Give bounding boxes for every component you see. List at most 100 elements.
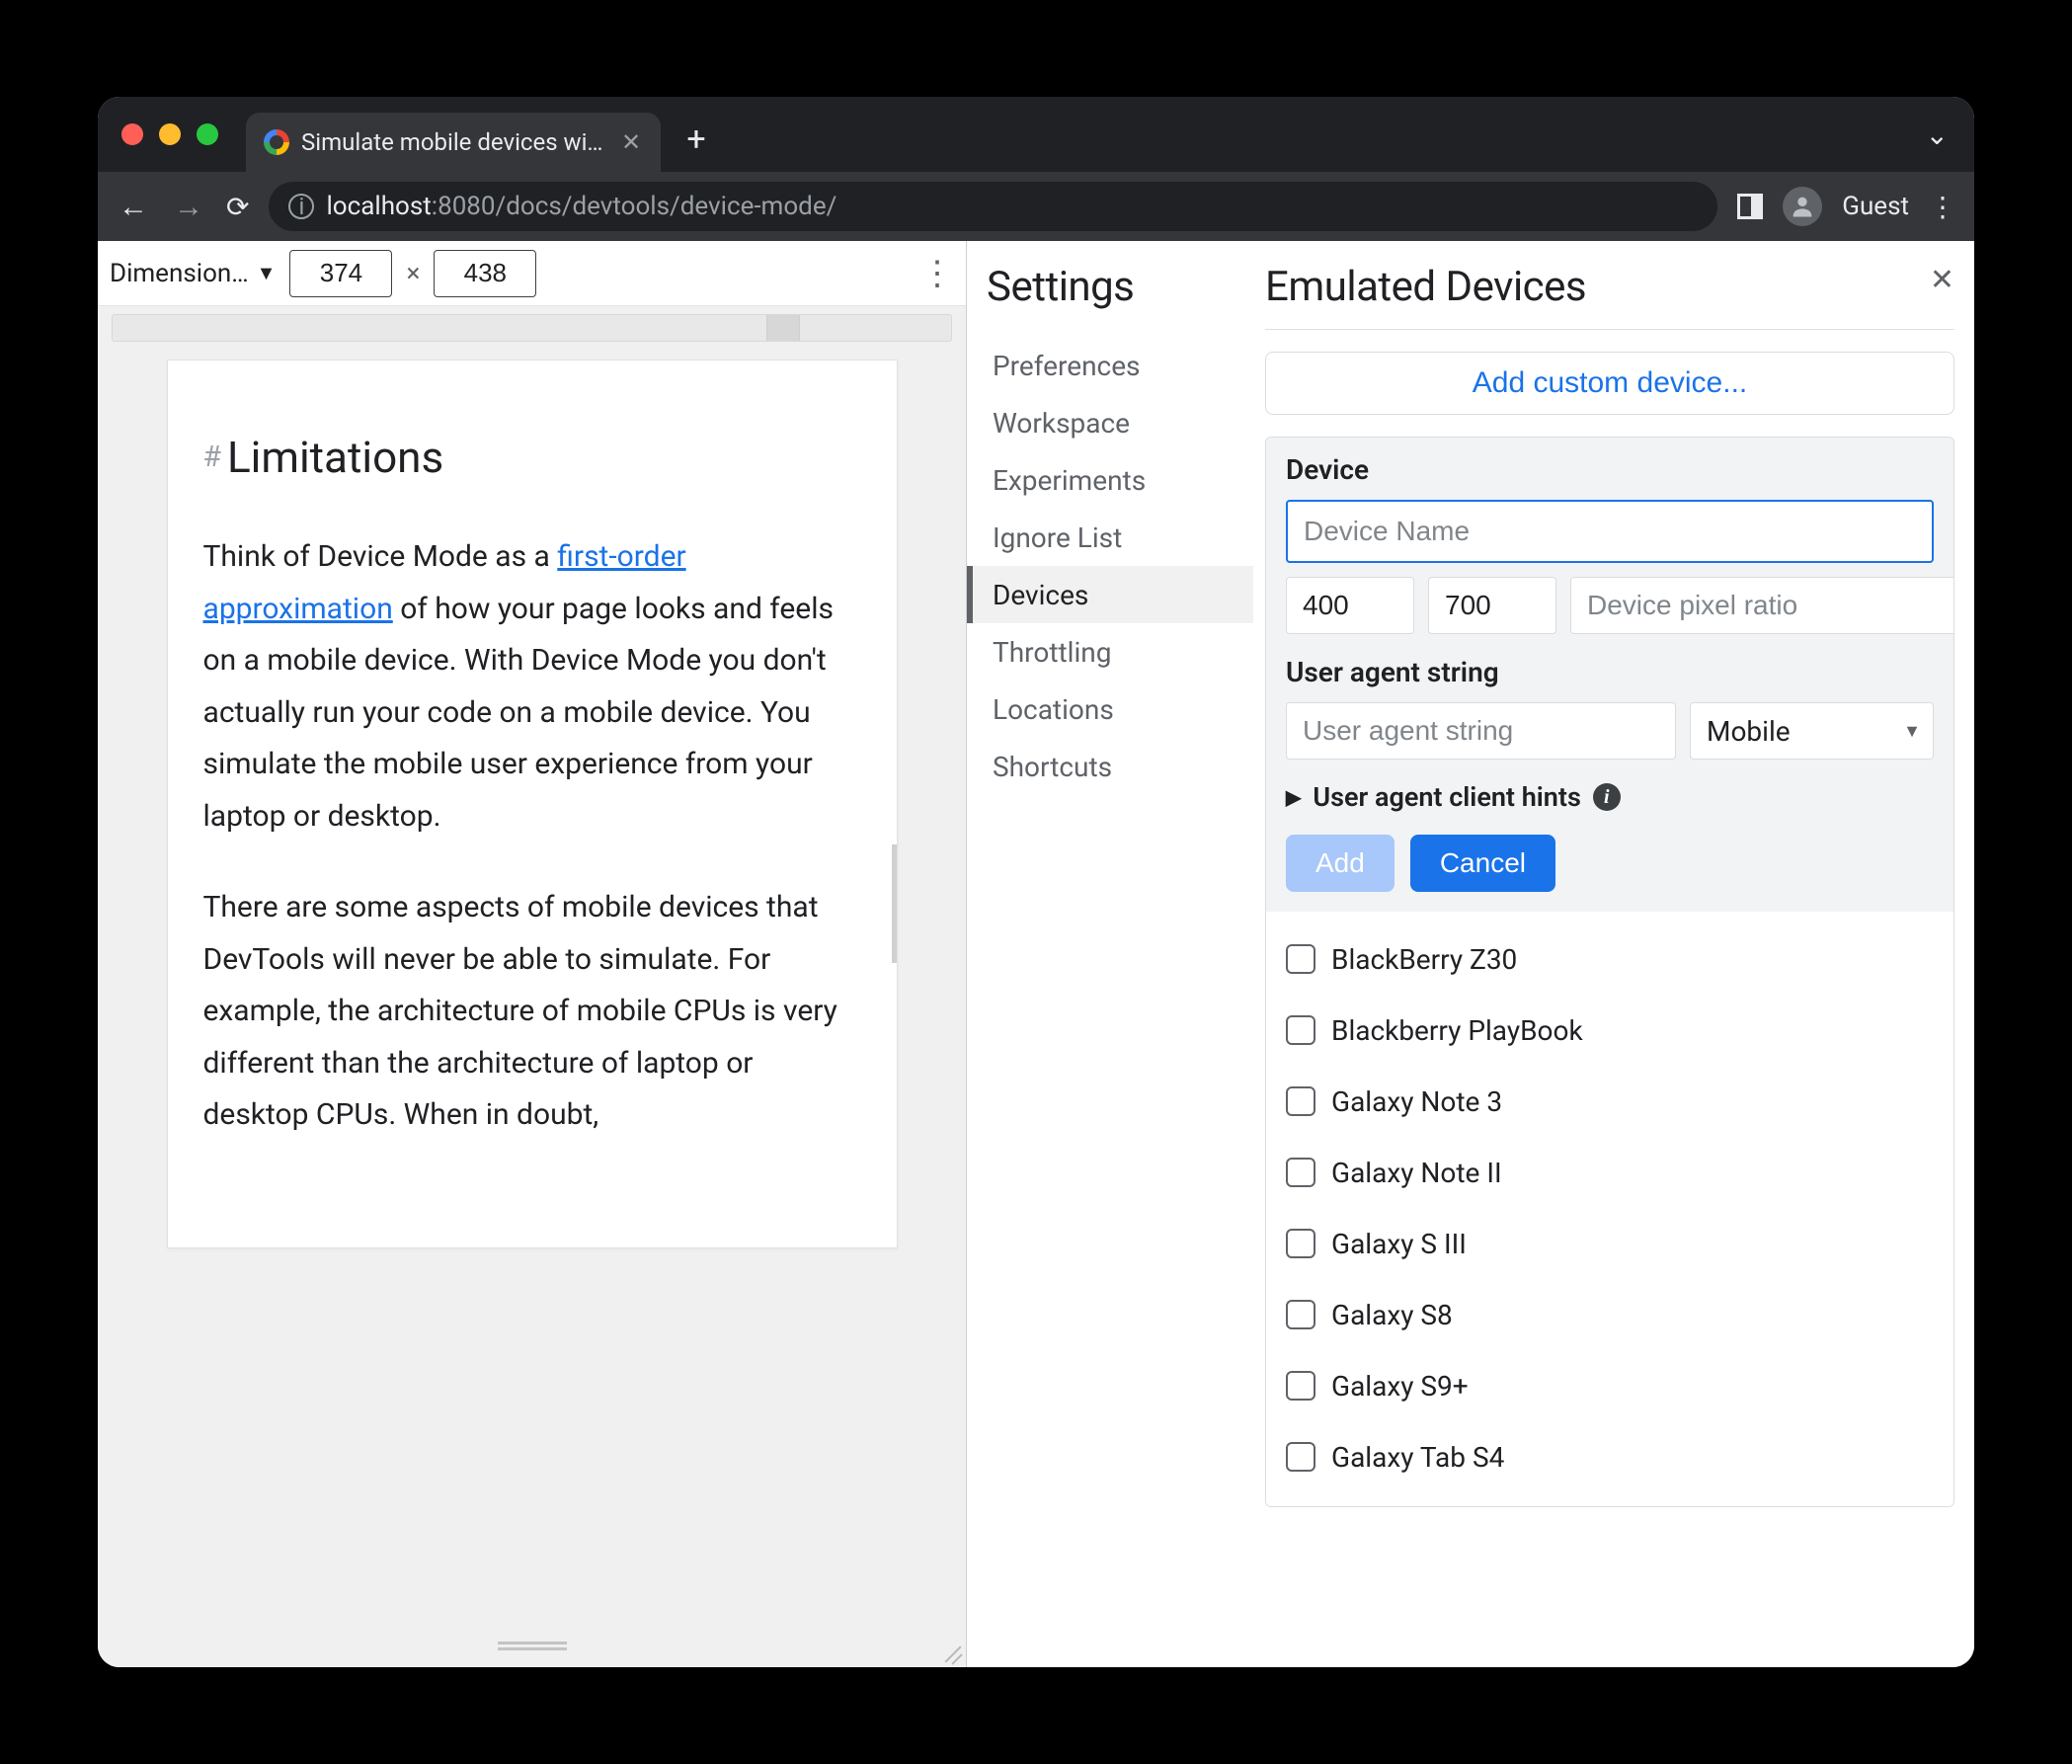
- checkbox[interactable]: [1286, 1229, 1315, 1258]
- traffic-lights: [121, 123, 218, 145]
- checkbox[interactable]: [1286, 1371, 1315, 1401]
- sidebar-item-workspace[interactable]: Workspace: [967, 394, 1253, 451]
- browser-toolbar: ← → ⟳ i localhost:8080/docs/devtools/dev…: [98, 172, 1974, 241]
- sidebar-item-preferences[interactable]: Preferences: [967, 337, 1253, 394]
- add-button[interactable]: Add: [1286, 835, 1395, 892]
- ua-client-hints-toggle[interactable]: ▶ User agent client hints i: [1286, 781, 1934, 813]
- info-icon[interactable]: i: [1593, 783, 1621, 811]
- window-close-button[interactable]: [121, 123, 143, 145]
- ruler[interactable]: [112, 314, 952, 342]
- device-item[interactable]: Galaxy S III: [1286, 1208, 1934, 1279]
- device-item-label: BlackBerry Z30: [1331, 943, 1517, 976]
- device-item-label: Galaxy Note II: [1331, 1157, 1502, 1189]
- device-section-label: Device: [1286, 453, 1934, 486]
- device-height-input[interactable]: [1428, 577, 1556, 634]
- divider: [1265, 329, 1954, 330]
- device-item-label: Blackberry PlayBook: [1331, 1014, 1583, 1047]
- ua-section-label: User agent string: [1286, 656, 1934, 688]
- close-settings-button[interactable]: ✕: [1930, 263, 1954, 297]
- ua-client-hints-label: User agent client hints: [1313, 781, 1580, 813]
- caret-down-icon: ▼: [257, 261, 277, 285]
- device-item[interactable]: Galaxy S8: [1286, 1279, 1934, 1350]
- page-preview[interactable]: #Limitations Think of Device Mode as a f…: [167, 360, 898, 1248]
- titlebar: Simulate mobile devices with D ✕ + ⌄: [98, 97, 1974, 172]
- checkbox[interactable]: [1286, 1086, 1315, 1116]
- add-custom-device-button[interactable]: Add custom device...: [1265, 352, 1954, 415]
- reload-button[interactable]: ⟳: [226, 191, 249, 223]
- dimensions-dropdown[interactable]: Dimension… ▼: [110, 259, 276, 288]
- device-dpr-input[interactable]: [1570, 577, 1954, 634]
- panel-title: Emulated Devices: [1265, 263, 1930, 311]
- dimensions-label: Dimension…: [110, 259, 249, 288]
- devtools-dock-icon[interactable]: [1737, 194, 1763, 219]
- device-list: BlackBerry Z30 Blackberry PlayBook Galaxy …: [1266, 912, 1953, 1506]
- profile-label[interactable]: Guest: [1842, 192, 1909, 221]
- hash-icon: #: [203, 440, 221, 474]
- device-toolbar-more-button[interactable]: ⋮: [920, 254, 954, 293]
- scroll-indicator: [886, 844, 898, 963]
- chrome-icon: [264, 129, 289, 155]
- checkbox[interactable]: [1286, 944, 1315, 974]
- sidebar-item-throttling[interactable]: Throttling: [967, 623, 1253, 681]
- window-maximize-button[interactable]: [197, 123, 218, 145]
- url-path: /docs/devtools/device-mode/: [496, 192, 837, 221]
- triangle-right-icon: ▶: [1286, 785, 1301, 809]
- device-item[interactable]: Galaxy S9+: [1286, 1350, 1934, 1421]
- resize-handle-bottom[interactable]: [498, 1642, 567, 1649]
- device-item[interactable]: BlackBerry Z30: [1286, 923, 1934, 995]
- site-info-icon[interactable]: i: [288, 194, 314, 219]
- device-width-input[interactable]: [1286, 577, 1414, 634]
- device-item-label: Galaxy Tab S4: [1331, 1441, 1504, 1474]
- caret-down-icon: ▼: [1903, 721, 1921, 742]
- toolbar-right: Guest ⋮: [1737, 187, 1956, 226]
- cancel-button[interactable]: Cancel: [1410, 835, 1555, 892]
- ua-string-input[interactable]: [1286, 702, 1676, 760]
- sidebar-item-shortcuts[interactable]: Shortcuts: [967, 738, 1253, 795]
- browser-tab[interactable]: Simulate mobile devices with D ✕: [246, 113, 661, 172]
- browser-window: Simulate mobile devices with D ✕ + ⌄ ← →…: [98, 97, 1974, 1667]
- back-button[interactable]: ←: [116, 190, 151, 224]
- device-item[interactable]: Galaxy Tab S4: [1286, 1421, 1934, 1492]
- checkbox[interactable]: [1286, 1300, 1315, 1329]
- device-form: Device User agent string Mobile: [1265, 437, 1954, 1507]
- forward-button[interactable]: →: [171, 190, 206, 224]
- device-name-input[interactable]: [1286, 500, 1934, 563]
- settings-title: Settings: [987, 263, 1253, 311]
- content: Dimension… ▼ × ⋮ #Limitations Think of D…: [98, 241, 1974, 1667]
- page-paragraph: There are some aspects of mobile devices…: [203, 882, 861, 1142]
- checkbox[interactable]: [1286, 1158, 1315, 1187]
- sidebar-item-devices[interactable]: Devices: [967, 566, 1253, 623]
- height-input[interactable]: [434, 250, 536, 297]
- device-item-label: Galaxy Note 3: [1331, 1085, 1502, 1118]
- browser-menu-button[interactable]: ⋮: [1929, 191, 1956, 223]
- settings-sidebar: Settings PreferencesWorkspaceExperiments…: [967, 241, 1253, 1667]
- chevron-down-icon[interactable]: ⌄: [1926, 119, 1949, 151]
- profile-avatar[interactable]: [1783, 187, 1822, 226]
- window-minimize-button[interactable]: [159, 123, 181, 145]
- new-tab-button[interactable]: +: [675, 120, 718, 159]
- url-port: :8080: [432, 192, 496, 221]
- device-item[interactable]: Galaxy Note 3: [1286, 1066, 1934, 1137]
- page-heading: #Limitations: [203, 420, 861, 496]
- ua-type-select[interactable]: Mobile ▼: [1690, 702, 1934, 760]
- device-mode-panel: Dimension… ▼ × ⋮ #Limitations Think of D…: [98, 241, 967, 1667]
- page-paragraph: Think of Device Mode as a first-order ap…: [203, 531, 861, 842]
- device-viewport: #Limitations Think of Device Mode as a f…: [98, 306, 966, 1667]
- sidebar-item-ignore-list[interactable]: Ignore List: [967, 509, 1253, 566]
- tab-title: Simulate mobile devices with D: [301, 128, 607, 156]
- url-host: localhost: [326, 192, 431, 221]
- device-item-label: Galaxy S8: [1331, 1299, 1453, 1331]
- checkbox[interactable]: [1286, 1015, 1315, 1045]
- device-item-label: Galaxy S9+: [1331, 1370, 1469, 1403]
- sidebar-item-locations[interactable]: Locations: [967, 681, 1253, 738]
- device-item[interactable]: Galaxy Note II: [1286, 1137, 1934, 1208]
- devtools-settings: Settings PreferencesWorkspaceExperiments…: [967, 241, 1974, 1667]
- sidebar-item-experiments[interactable]: Experiments: [967, 451, 1253, 509]
- close-icon[interactable]: ✕: [619, 128, 643, 156]
- dimensions-x: ×: [406, 259, 420, 288]
- address-bar[interactable]: i localhost:8080/docs/devtools/device-mo…: [269, 182, 1717, 231]
- width-input[interactable]: [289, 250, 392, 297]
- checkbox[interactable]: [1286, 1442, 1315, 1472]
- device-toolbar: Dimension… ▼ × ⋮: [98, 241, 966, 306]
- device-item[interactable]: Blackberry PlayBook: [1286, 995, 1934, 1066]
